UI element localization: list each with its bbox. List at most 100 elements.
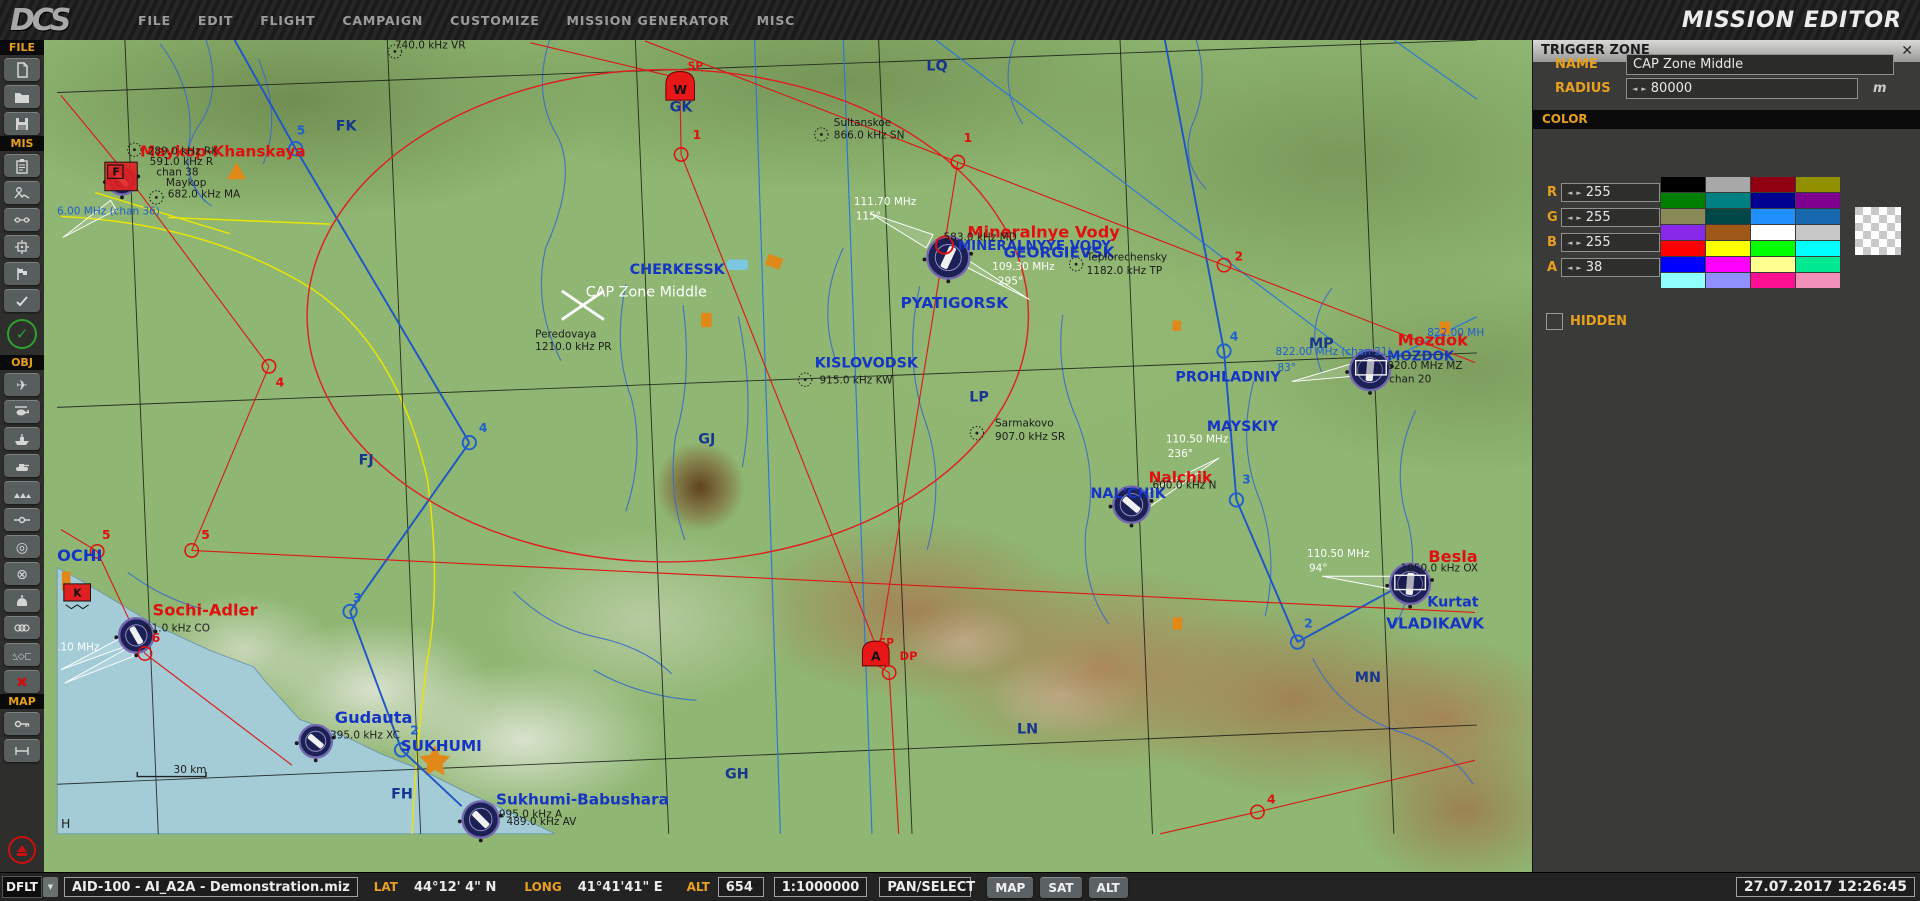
- unit-symbol[interactable]: [105, 162, 137, 191]
- hidden-checkbox[interactable]: [1546, 313, 1563, 330]
- measure-distance-button[interactable]: [4, 739, 40, 762]
- menu-customize[interactable]: CUSTOMIZE: [450, 13, 539, 28]
- exit-button[interactable]: [8, 836, 36, 864]
- close-icon[interactable]: ✕: [1901, 40, 1913, 62]
- palette-swatch-25[interactable]: [1706, 273, 1750, 288]
- palette-swatch-24[interactable]: [1661, 273, 1705, 288]
- alt-layer-button[interactable]: ALT: [1089, 877, 1128, 898]
- map-key-button[interactable]: [4, 712, 40, 735]
- palette-swatch-17[interactable]: [1706, 241, 1750, 256]
- palette-swatch-0[interactable]: [1661, 177, 1705, 192]
- remove-zone-button[interactable]: ⊗: [4, 562, 40, 585]
- route-icon: [13, 212, 31, 228]
- palette-swatch-10[interactable]: [1751, 209, 1795, 224]
- map-label: 2: [1304, 616, 1313, 631]
- ils-feather: [1322, 576, 1395, 589]
- floppy-icon: [13, 116, 31, 132]
- menu-misc[interactable]: MISC: [757, 13, 795, 28]
- red-route-leg: [192, 366, 269, 550]
- palette-swatch-23[interactable]: [1796, 257, 1840, 272]
- palette-swatch-21[interactable]: [1706, 257, 1750, 272]
- shapes-button[interactable]: △◇□: [4, 643, 40, 666]
- map-layer-button[interactable]: MAP: [987, 877, 1033, 898]
- rules-button[interactable]: [4, 208, 40, 231]
- palette-swatch-13[interactable]: [1706, 225, 1750, 240]
- palette-swatch-15[interactable]: [1796, 225, 1840, 240]
- palette-swatch-9[interactable]: [1706, 209, 1750, 224]
- zone-name-input[interactable]: [1626, 54, 1894, 75]
- menu-edit[interactable]: EDIT: [198, 13, 233, 28]
- menu-file[interactable]: FILE: [138, 13, 171, 28]
- palette-swatch-19[interactable]: [1796, 241, 1840, 256]
- new-mission-button[interactable]: [4, 58, 40, 81]
- flag-button[interactable]: [4, 262, 40, 285]
- menu-campaign[interactable]: CAMPAIGN: [342, 13, 423, 28]
- channel-stepper-a[interactable]: ◄►38: [1561, 258, 1660, 277]
- vehicle-group-button[interactable]: [4, 454, 40, 477]
- palette-swatch-16[interactable]: [1661, 241, 1705, 256]
- increment-icon[interactable]: ►: [1576, 239, 1581, 247]
- increment-icon[interactable]: ►: [1576, 214, 1581, 222]
- open-mission-button[interactable]: [4, 85, 40, 108]
- palette-swatch-8[interactable]: [1661, 209, 1705, 224]
- static-object-button[interactable]: [4, 481, 40, 504]
- increment-icon[interactable]: ►: [1641, 85, 1646, 93]
- channel-stepper-b[interactable]: ◄►255: [1561, 233, 1660, 252]
- increment-icon[interactable]: ►: [1576, 189, 1581, 197]
- channel-stepper-g[interactable]: ◄►255: [1561, 208, 1660, 227]
- delete-button[interactable]: ✖: [4, 670, 40, 693]
- map-label: 682.0 kHz MA: [168, 188, 241, 200]
- palette-swatch-4[interactable]: [1661, 193, 1705, 208]
- palette-swatch-7[interactable]: [1796, 193, 1840, 208]
- decrement-icon[interactable]: ◄: [1567, 189, 1572, 197]
- red-route-leg: [681, 154, 879, 652]
- palette-swatch-18[interactable]: [1751, 241, 1795, 256]
- radius-stepper[interactable]: ◄ ► 80000: [1626, 78, 1858, 99]
- helicopter-group-button[interactable]: [4, 400, 40, 423]
- palette-swatch-27[interactable]: [1796, 273, 1840, 288]
- waypoint-button[interactable]: [4, 508, 40, 531]
- palette-swatch-12[interactable]: [1661, 225, 1705, 240]
- beacon-dot: [1075, 263, 1078, 266]
- weather-button[interactable]: [4, 181, 40, 204]
- ship-group-button[interactable]: [4, 427, 40, 450]
- palette-swatch-6[interactable]: [1751, 193, 1795, 208]
- palette-swatch-1[interactable]: [1706, 177, 1750, 192]
- template-button[interactable]: [4, 616, 40, 639]
- validate-button[interactable]: ✓: [7, 319, 37, 349]
- briefing-button[interactable]: [4, 154, 40, 177]
- airplane-group-button[interactable]: ✈: [4, 373, 40, 396]
- menu-items: FILE EDIT FLIGHT CAMPAIGN CUSTOMIZE MISSION G…: [138, 13, 795, 28]
- decrement-icon[interactable]: ◄: [1567, 239, 1572, 247]
- palette-swatch-14[interactable]: [1751, 225, 1795, 240]
- profile-select[interactable]: DFLT: [2, 876, 42, 898]
- map-label: 3: [1242, 472, 1251, 487]
- map-canvas[interactable]: FKWALQFKGKFJGJLPMPMNLNGHFHCHERKESSKMINER…: [44, 40, 1532, 872]
- decrement-icon[interactable]: ◄: [1567, 264, 1572, 272]
- palette-swatch-2[interactable]: [1751, 177, 1795, 192]
- river: [738, 317, 748, 468]
- palette-swatch-3[interactable]: [1796, 177, 1840, 192]
- palette-swatch-5[interactable]: [1706, 193, 1750, 208]
- chevron-down-icon[interactable]: ▼: [43, 877, 58, 897]
- goal-button[interactable]: [4, 235, 40, 258]
- palette-swatch-26[interactable]: [1751, 273, 1795, 288]
- palette-swatch-22[interactable]: [1751, 257, 1795, 272]
- decrement-icon[interactable]: ◄: [1632, 85, 1637, 93]
- channel-stepper-r[interactable]: ◄►255: [1561, 183, 1660, 202]
- red-route-leg: [530, 43, 671, 76]
- beacon-dot: [804, 378, 807, 381]
- mouse-mode[interactable]: PAN/SELECT: [879, 877, 971, 897]
- name-label: NAME: [1555, 57, 1598, 72]
- save-mission-button[interactable]: [4, 112, 40, 135]
- decrement-icon[interactable]: ◄: [1567, 214, 1572, 222]
- menu-flight[interactable]: FLIGHT: [260, 13, 315, 28]
- trigger-zone-button[interactable]: ◎: [4, 535, 40, 558]
- summary-button[interactable]: [4, 289, 40, 312]
- menu-mission-generator[interactable]: MISSION GENERATOR: [567, 13, 730, 28]
- palette-swatch-11[interactable]: [1796, 209, 1840, 224]
- increment-icon[interactable]: ►: [1576, 264, 1581, 272]
- bullseye-button[interactable]: [4, 589, 40, 612]
- sat-layer-button[interactable]: SAT: [1040, 877, 1081, 898]
- palette-swatch-20[interactable]: [1661, 257, 1705, 272]
